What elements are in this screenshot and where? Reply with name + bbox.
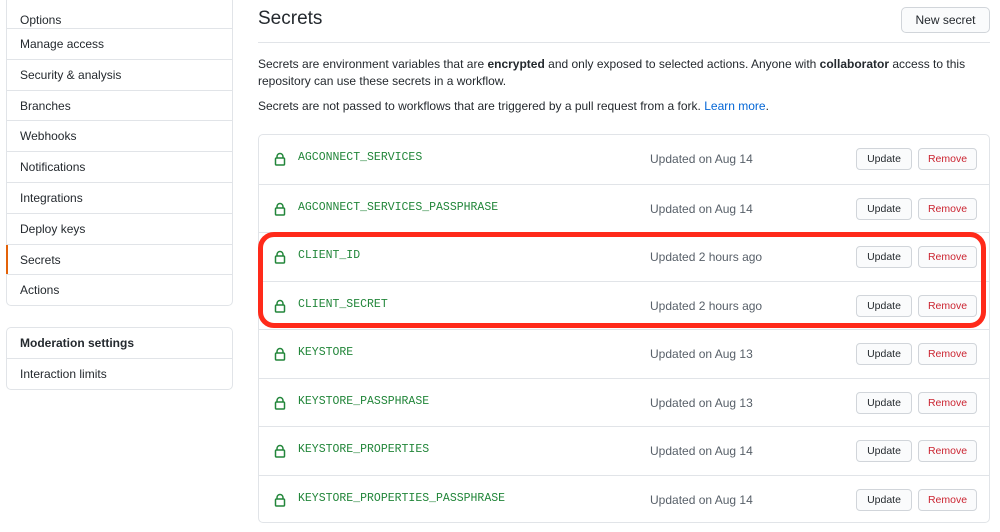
sidebar-item-options[interactable]: Options (7, 0, 232, 28)
desc-emphasis: encrypted (487, 57, 545, 71)
lock-icon (274, 152, 286, 166)
sidebar-item-integrations[interactable]: Integrations (7, 181, 232, 213)
remove-button[interactable]: Remove (918, 440, 977, 462)
highlight-annotation (258, 232, 986, 328)
sidebar-item-branches[interactable]: Branches (7, 89, 232, 121)
page-title: Secrets (258, 8, 323, 29)
secret-name: KEYSTORE_PROPERTIES (298, 443, 430, 456)
remove-button[interactable]: Remove (918, 391, 977, 414)
sidebar-item-webhooks[interactable]: Webhooks (7, 120, 232, 151)
learn-more-link[interactable]: Learn more (704, 99, 765, 113)
moderation-heading: Moderation settings (20, 336, 135, 350)
secret-updated: Updated on Aug 14 (650, 201, 753, 216)
desc-text: Secrets are environment variables that a… (258, 57, 488, 71)
secret-updated: Updated on Aug 14 (650, 444, 753, 458)
secret-name: KEYSTORE_PASSPHRASE (298, 394, 430, 408)
lock-icon (274, 202, 286, 216)
lock-icon (274, 444, 286, 458)
secret-row: KEYSTORE_PASSPHRASE Updated on Aug 13 Up… (259, 377, 989, 427)
sidebar-item-manage-access[interactable]: Manage access (7, 28, 232, 59)
secret-row: KEYSTORE_PROPERTIES_PASSPHRASE Updated o… (259, 474, 989, 524)
new-secret-button[interactable]: New secret (901, 7, 990, 33)
description-encryption: Secrets are environment variables that a… (258, 56, 978, 90)
secrets-list: AGCONNECT_SERVICES Updated on Aug 14 Upd… (258, 134, 990, 523)
update-button[interactable]: Update (856, 343, 912, 365)
update-button[interactable]: Update (856, 440, 912, 462)
update-button[interactable]: Update (856, 488, 912, 511)
remove-button[interactable]: Remove (918, 488, 977, 511)
sidebar-item-notifications[interactable]: Notifications (7, 151, 232, 182)
settings-sidebar: Options Manage access Security & analysi… (6, 0, 233, 307)
sidebar-item-actions[interactable]: Actions (7, 274, 232, 305)
lock-icon (274, 347, 286, 361)
moderation-sidebar: Moderation settings Interaction limits (6, 327, 233, 390)
secret-name: AGCONNECT_SERVICES_PASSPHRASE (298, 200, 499, 214)
secret-row: AGCONNECT_SERVICES Updated on Aug 14 Upd… (259, 135, 989, 184)
secret-updated: Updated on Aug 14 (650, 492, 753, 507)
secret-updated: Updated on Aug 14 (650, 152, 753, 166)
remove-button[interactable]: Remove (918, 197, 977, 220)
sidebar-item-deploy-keys[interactable]: Deploy keys (7, 212, 232, 244)
sidebar-item-secrets[interactable]: Secrets (6, 243, 232, 275)
secret-row: AGCONNECT_SERVICES_PASSPHRASE Updated on… (259, 183, 989, 233)
secret-name: KEYSTORE_PROPERTIES_PASSPHRASE (298, 491, 506, 505)
remove-button[interactable]: Remove (918, 148, 977, 170)
lock-icon (274, 396, 286, 410)
secret-updated: Updated on Aug 13 (650, 347, 753, 361)
desc-emphasis: collaborator (819, 57, 890, 71)
update-button[interactable]: Update (856, 148, 912, 170)
header-divider (258, 42, 990, 43)
secret-name: KEYSTORE (298, 346, 354, 359)
update-button[interactable]: Update (856, 197, 912, 220)
secret-updated: Updated on Aug 13 (650, 395, 753, 410)
sidebar-item-interaction-limits[interactable]: Interaction limits (7, 358, 232, 389)
secret-name: AGCONNECT_SERVICES (298, 151, 423, 164)
sidebar-item-security-analysis[interactable]: Security & analysis (7, 58, 232, 90)
secret-row: KEYSTORE Updated on Aug 13 Update Remove (259, 329, 989, 378)
desc-text: Secrets are not passed to workflows that… (258, 99, 705, 113)
description-fork: Secrets are not passed to workflows that… (258, 98, 978, 115)
remove-button[interactable]: Remove (918, 343, 977, 365)
desc-text: and only exposed to selected actions. An… (544, 57, 820, 71)
lock-icon (274, 493, 286, 507)
desc-text: . (765, 99, 769, 113)
update-button[interactable]: Update (856, 391, 912, 414)
secret-row: KEYSTORE_PROPERTIES Updated on Aug 14 Up… (259, 426, 989, 475)
